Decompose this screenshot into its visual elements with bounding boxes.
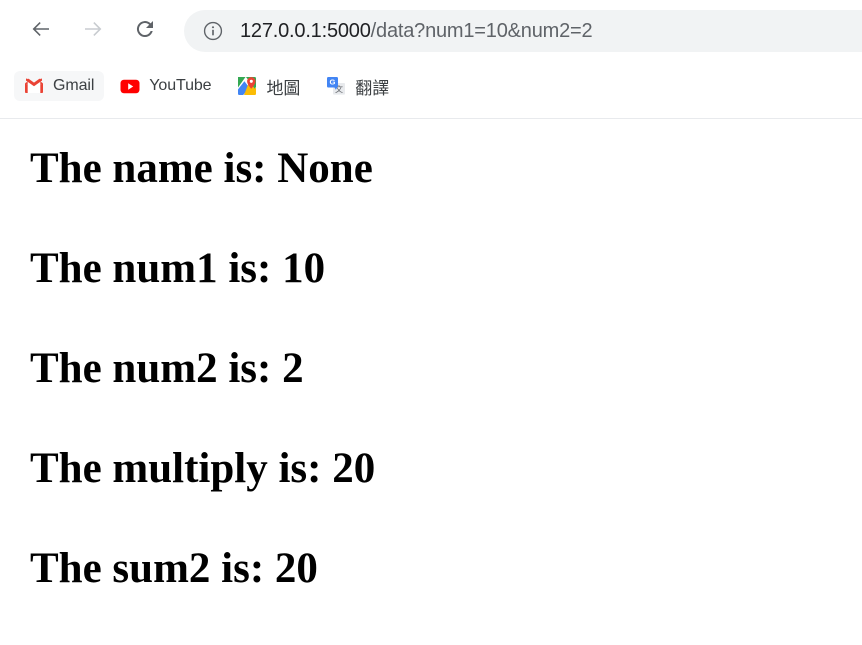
bookmark-label: 翻譯 bbox=[355, 78, 390, 98]
url-host: 127.0.0.1:5000 bbox=[240, 19, 371, 42]
arrow-right-icon bbox=[81, 17, 105, 46]
arrow-left-icon bbox=[29, 17, 53, 46]
heading-num1: The num1 is: 10 bbox=[30, 245, 326, 292]
bookmark-label: YouTube bbox=[149, 77, 212, 94]
bookmark-label: 地圖 bbox=[266, 78, 301, 98]
bookmark-youtube[interactable]: YouTube bbox=[110, 71, 221, 101]
google-maps-icon bbox=[237, 76, 257, 96]
gmail-icon bbox=[24, 76, 44, 96]
browser-toolbar: 127.0.0.1:5000/data?num1=10&num2=2 bbox=[0, 0, 862, 62]
info-circle-icon[interactable] bbox=[202, 20, 224, 42]
heading-multiply: The multiply is: 20 bbox=[30, 445, 376, 492]
google-translate-icon: 文 G bbox=[326, 76, 346, 96]
toolbar-divider bbox=[0, 118, 862, 119]
bookmark-label: Gmail bbox=[53, 77, 95, 94]
bookmark-maps[interactable]: 地圖 bbox=[227, 71, 310, 101]
heading-sum2: The sum2 is: 20 bbox=[30, 545, 318, 592]
bookmark-translate[interactable]: 文 G 翻譯 bbox=[316, 71, 399, 101]
url-text: 127.0.0.1:5000/data?num1=10&num2=2 bbox=[240, 20, 592, 43]
page-content: The name is: None The num1 is: 10 The nu… bbox=[0, 119, 862, 643]
reload-icon bbox=[133, 17, 157, 46]
back-button[interactable] bbox=[24, 14, 58, 48]
browser-chrome: 127.0.0.1:5000/data?num1=10&num2=2 Gmail bbox=[0, 0, 862, 119]
bookmark-gmail[interactable]: Gmail bbox=[14, 71, 105, 101]
address-bar[interactable]: 127.0.0.1:5000/data?num1=10&num2=2 bbox=[184, 10, 862, 52]
heading-name: The name is: None bbox=[30, 145, 373, 192]
reload-button[interactable] bbox=[128, 14, 162, 48]
forward-button[interactable] bbox=[76, 14, 110, 48]
youtube-icon bbox=[120, 76, 140, 96]
svg-text:G: G bbox=[330, 78, 336, 87]
heading-num2: The num2 is: 2 bbox=[30, 345, 304, 392]
url-path-query: /data?num1=10&num2=2 bbox=[370, 19, 593, 42]
bookmarks-bar: Gmail YouTube 地圖 文 G 翻譯 bbox=[0, 62, 862, 110]
